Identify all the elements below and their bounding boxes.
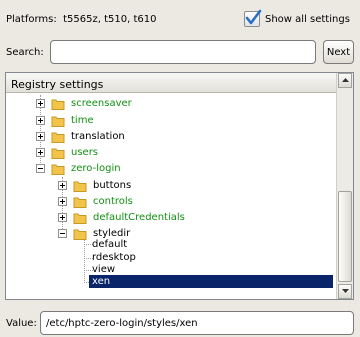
expand-icon[interactable] (36, 148, 45, 157)
tree-item-label: screensaver (71, 98, 132, 109)
show-all-settings-label: Show all settings (265, 13, 350, 25)
folder-icon (51, 132, 65, 143)
folder-icon (73, 229, 87, 240)
tree-item-label: defaultCredentials (93, 212, 185, 223)
tree-item-label: controls (93, 196, 133, 207)
folder-icon (73, 181, 87, 192)
folder-icon (73, 197, 87, 208)
tree-item-default[interactable]: default (92, 239, 127, 250)
platforms-value: t5565z, t510, t610 (63, 14, 157, 25)
expand-icon[interactable] (58, 213, 67, 222)
search-input[interactable] (50, 40, 316, 64)
show-all-settings-checkbox[interactable]: Show all settings (244, 9, 350, 27)
search-label: Search: (6, 47, 44, 58)
registry-tree[interactable]: Registry settings screensaver time trans… (5, 72, 354, 300)
tree-item-xen[interactable]: xen (92, 276, 110, 287)
platforms-label: Platforms: t5565z, t510, t610 (6, 14, 157, 25)
folder-icon (51, 164, 65, 175)
expand-icon[interactable] (36, 99, 45, 108)
expand-icon[interactable] (36, 132, 45, 141)
expand-icon[interactable] (58, 197, 67, 206)
next-button[interactable]: Next (323, 40, 354, 64)
value-label: Value: (6, 318, 37, 329)
folder-icon (51, 148, 65, 159)
tree-column-header[interactable]: Registry settings (6, 73, 337, 93)
folder-icon (73, 213, 87, 224)
tree-item-rdesktop[interactable]: rdesktop (92, 252, 136, 263)
arrow-down-icon (341, 289, 349, 293)
checkbox-box[interactable] (244, 9, 262, 27)
expand-icon[interactable] (58, 181, 67, 190)
tree-item-label: translation (71, 131, 125, 142)
scroll-up-button[interactable] (338, 73, 352, 88)
checkmark-icon (245, 9, 262, 25)
scroll-thumb[interactable] (338, 191, 352, 282)
tree-item-view[interactable]: view (92, 264, 115, 275)
tree-item-label: buttons (93, 180, 132, 191)
value-field[interactable] (40, 311, 354, 335)
tree-item-label: users (71, 147, 99, 158)
folder-icon (51, 116, 65, 127)
selected-row-highlight (89, 275, 333, 288)
collapse-icon[interactable] (58, 229, 67, 238)
arrow-up-icon (341, 78, 349, 82)
tree-item-label: zero-login (71, 163, 121, 174)
tree-item-label: time (71, 115, 94, 126)
collapse-icon[interactable] (36, 164, 45, 173)
folder-icon (51, 99, 65, 110)
tree-item-label: styledir (93, 228, 131, 239)
expand-icon[interactable] (36, 116, 45, 125)
scroll-down-button[interactable] (338, 284, 352, 299)
vertical-scrollbar[interactable] (336, 73, 353, 299)
